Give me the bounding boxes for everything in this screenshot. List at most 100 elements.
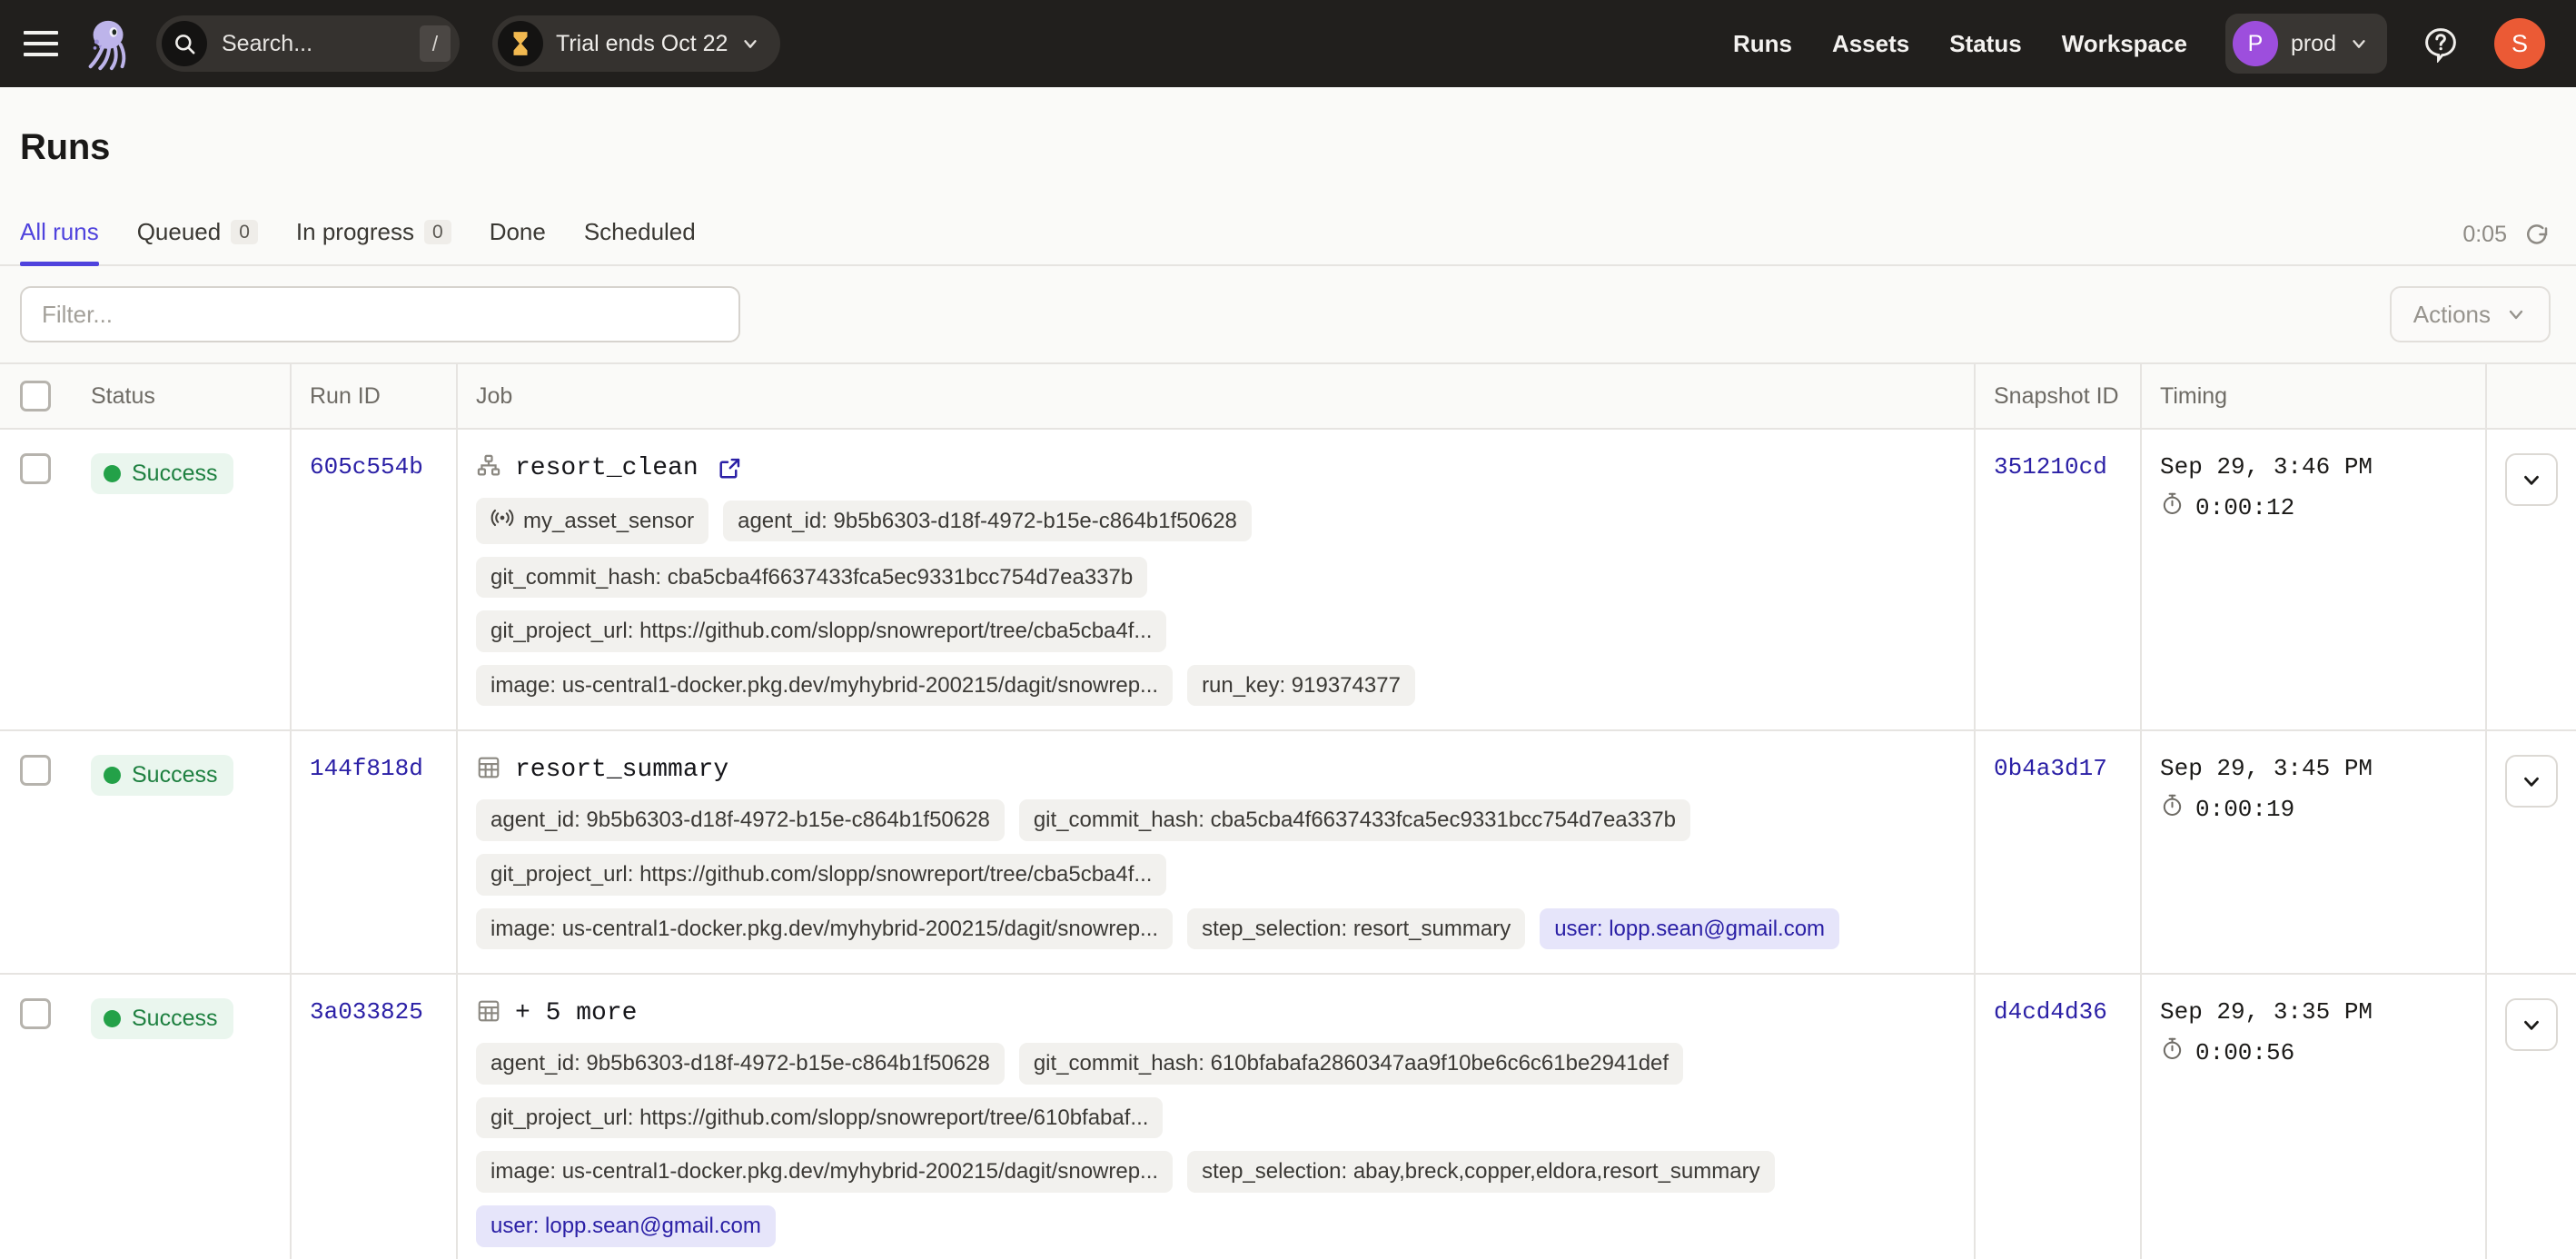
actions-button[interactable]: Actions xyxy=(2390,286,2551,342)
run-tag[interactable]: image: us-central1-docker.pkg.dev/myhybr… xyxy=(476,1151,1173,1193)
row-select-cell xyxy=(0,429,73,730)
tab-all-runs[interactable]: All runs xyxy=(20,218,99,264)
user-tag[interactable]: user: lopp.sean@gmail.com xyxy=(476,1205,776,1247)
run-tag[interactable]: image: us-central1-docker.pkg.dev/myhybr… xyxy=(476,665,1173,707)
tag-label: image: us-central1-docker.pkg.dev/myhybr… xyxy=(490,1159,1158,1185)
global-search-input[interactable]: Search... / xyxy=(156,15,460,72)
tab-label: Queued xyxy=(137,218,222,246)
run-tag[interactable]: agent_id: 9b5b6303-d18f-4972-b15e-c864b1… xyxy=(476,799,1005,841)
help-icon[interactable] xyxy=(2420,23,2462,64)
stopwatch-icon xyxy=(2160,491,2185,523)
run-tag[interactable]: step_selection: abay,breck,copper,eldora… xyxy=(1187,1151,1775,1193)
status-dot-icon xyxy=(104,767,121,784)
run-tag[interactable]: my_asset_sensor xyxy=(476,498,708,544)
chevron-down-icon xyxy=(2349,34,2369,54)
row-select-checkbox[interactable] xyxy=(20,453,51,484)
row-actions-button[interactable] xyxy=(2505,998,2558,1051)
trial-badge[interactable]: Trial ends Oct 22 xyxy=(492,15,780,72)
tag-label: git_project_url: https://github.com/slop… xyxy=(490,619,1152,644)
tag-row: git_commit_hash: cba5cba4f6637433fca5ec9… xyxy=(476,557,1147,599)
external-link-icon[interactable] xyxy=(718,456,742,481)
run-tag[interactable]: git_project_url: https://github.com/slop… xyxy=(476,1097,1163,1139)
hamburger-menu-icon[interactable] xyxy=(20,23,62,64)
user-tag[interactable]: user: lopp.sean@gmail.com xyxy=(1540,908,1839,950)
job-graph-icon xyxy=(476,453,501,483)
run-id-link[interactable]: 144f818d xyxy=(310,755,423,782)
table-row[interactable]: Success144f818dresort_summaryagent_id: 9… xyxy=(0,730,2576,974)
run-tag[interactable]: step_selection: resort_summary xyxy=(1187,908,1525,950)
row-actions-button[interactable] xyxy=(2505,755,2558,808)
table-row[interactable]: Success 3a033825 + 5 more agent_id: 9b5b630… xyxy=(0,974,2576,1259)
row-select-checkbox[interactable] xyxy=(20,998,51,1029)
job-header: + 5 more xyxy=(476,998,1956,1028)
tab-done[interactable]: Done xyxy=(490,218,546,264)
table-row[interactable]: Success 605c554b resort_clean my_asset_sens… xyxy=(0,429,2576,730)
status-label: Success xyxy=(132,461,217,487)
tag-row: git_project_url: https://github.com/slop… xyxy=(476,610,1166,652)
search-placeholder: Search... xyxy=(222,31,420,57)
runs-table: Status Run ID Job Snapshot ID Timing Suc… xyxy=(0,362,2576,1259)
tag-label: agent_id: 9b5b6303-d18f-4972-b15e-c864b1… xyxy=(490,1051,990,1076)
run-id-link[interactable]: 605c554b xyxy=(310,453,423,481)
snapshot-id-link[interactable]: 351210cd xyxy=(1994,453,2107,481)
job-cell: + 5 more agent_id: 9b5b6303-d18f-4972-b15… xyxy=(457,974,1975,1259)
deployment-avatar: P xyxy=(2233,21,2278,66)
column-header-status: Status xyxy=(73,363,291,429)
asset-table-icon xyxy=(476,998,501,1028)
timing-cell: Sep 29, 3:45 PM0:00:19 xyxy=(2141,730,2486,974)
column-header-actions xyxy=(2486,363,2576,429)
row-select-checkbox[interactable] xyxy=(20,755,51,786)
row-actions-cell xyxy=(2486,429,2576,730)
search-shortcut-key: / xyxy=(420,25,451,62)
runs-page: Runs All runs Queued 0 In progress 0 Don… xyxy=(0,87,2576,1259)
snapshot-id-link[interactable]: d4cd4d36 xyxy=(1994,998,2107,1026)
run-tag[interactable]: agent_id: 9b5b6303-d18f-4972-b15e-c864b1… xyxy=(476,1043,1005,1085)
run-duration: 0:00:19 xyxy=(2160,793,2467,825)
run-tag[interactable]: image: us-central1-docker.pkg.dev/myhybr… xyxy=(476,908,1173,950)
run-tag[interactable]: git_commit_hash: cba5cba4f6637433fca5ec9… xyxy=(1019,799,1690,841)
nav-link-assets[interactable]: Assets xyxy=(1832,30,1909,58)
row-select-cell xyxy=(0,974,73,1259)
row-actions-button[interactable] xyxy=(2505,453,2558,506)
snapshot-id-cell: d4cd4d36 xyxy=(1975,974,2141,1259)
job-name-link[interactable]: resort_summary xyxy=(515,756,728,784)
run-tag[interactable]: git_project_url: https://github.com/slop… xyxy=(476,854,1166,896)
tag-label: git_commit_hash: 610bfabafa2860347aa9f10… xyxy=(1034,1051,1669,1076)
status-label: Success xyxy=(132,1006,217,1032)
user-avatar[interactable]: S xyxy=(2494,18,2545,69)
tag-row: user: lopp.sean@gmail.com xyxy=(476,1205,776,1247)
tab-scheduled[interactable]: Scheduled xyxy=(584,218,696,264)
snapshot-id-cell: 0b4a3d17 xyxy=(1975,730,2141,974)
dagster-logo[interactable] xyxy=(80,14,140,74)
filter-input[interactable] xyxy=(20,286,740,342)
tag-label: agent_id: 9b5b6303-d18f-4972-b15e-c864b1… xyxy=(738,509,1237,534)
run-id-cell: 605c554b xyxy=(291,429,457,730)
run-tag[interactable]: agent_id: 9b5b6303-d18f-4972-b15e-c864b1… xyxy=(723,501,1252,542)
nav-link-workspace[interactable]: Workspace xyxy=(2062,30,2187,58)
snapshot-id-link[interactable]: 0b4a3d17 xyxy=(1994,755,2107,782)
runs-tab-bar: All runs Queued 0 In progress 0 Done Sch… xyxy=(0,199,2576,266)
tab-in-progress[interactable]: In progress 0 xyxy=(296,218,451,264)
filter-bar: Actions xyxy=(0,266,2576,362)
run-id-link[interactable]: 3a033825 xyxy=(310,998,423,1026)
top-navigation-bar: Search... / Trial ends Oct 22 Runs Asset… xyxy=(0,0,2576,87)
job-name-link[interactable]: resort_clean xyxy=(515,454,698,482)
select-all-checkbox[interactable] xyxy=(20,381,51,411)
tag-row: git_project_url: https://github.com/slop… xyxy=(476,1097,1163,1139)
tab-label: Scheduled xyxy=(584,218,696,246)
run-tag[interactable]: git_commit_hash: cba5cba4f6637433fca5ec9… xyxy=(476,557,1147,599)
run-tag[interactable]: git_commit_hash: 610bfabafa2860347aa9f10… xyxy=(1019,1043,1683,1085)
deployment-selector[interactable]: P prod xyxy=(2225,14,2387,74)
nav-link-status[interactable]: Status xyxy=(1949,30,2021,58)
tag-label: user: lopp.sean@gmail.com xyxy=(490,1214,761,1239)
tab-queued[interactable]: Queued 0 xyxy=(137,218,258,264)
refresh-icon[interactable] xyxy=(2523,221,2551,248)
tab-count-badge: 0 xyxy=(231,220,258,244)
tag-row: image: us-central1-docker.pkg.dev/myhybr… xyxy=(476,908,1839,950)
run-tag[interactable]: run_key: 919374377 xyxy=(1187,665,1415,707)
nav-link-runs[interactable]: Runs xyxy=(1733,30,1792,58)
job-name-link[interactable]: + 5 more xyxy=(515,999,637,1027)
job-header: resort_summary xyxy=(476,755,1956,785)
job-header: resort_clean xyxy=(476,453,1956,483)
run-tag[interactable]: git_project_url: https://github.com/slop… xyxy=(476,610,1166,652)
